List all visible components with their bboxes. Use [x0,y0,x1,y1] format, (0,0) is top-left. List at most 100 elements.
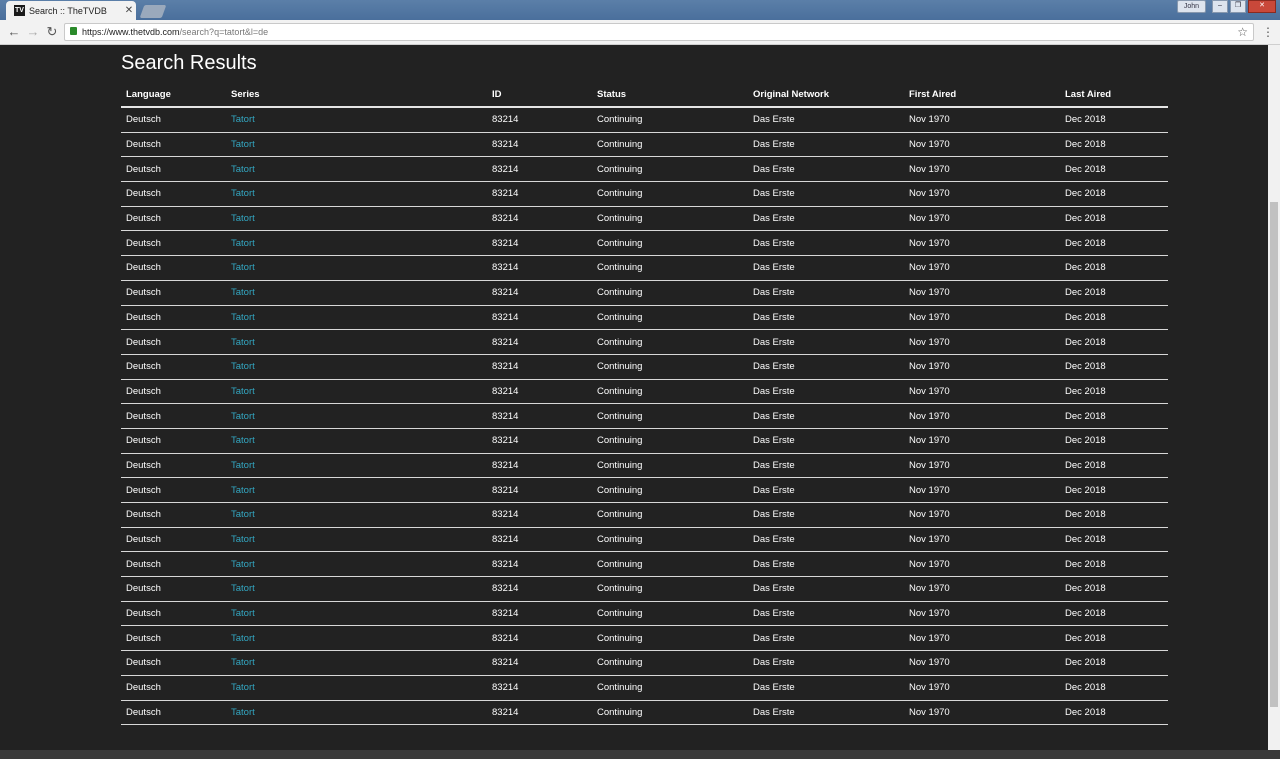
bookmark-star-icon[interactable]: ☆ [1237,24,1248,40]
cell-series-link[interactable]: Tatort [226,625,487,652]
scrollbar-thumb[interactable] [1270,202,1278,707]
cell-status: Continuing [592,280,748,306]
cell-language: Deutsch [121,403,226,429]
cell-series-link[interactable]: Tatort [226,107,487,133]
tab-strip: TV Search :: TheTVDB ✕ John – ❐ ✕ [0,0,1280,20]
column-header-network: Original Network [748,83,904,108]
forward-arrow-icon[interactable]: → [24,23,42,41]
cell-series-link[interactable]: Tatort [226,601,487,627]
new-tab-button[interactable] [139,5,167,18]
cell-id: 83214 [487,527,592,553]
cell-first-aired: Nov 1970 [904,255,1060,281]
cell-series-link[interactable]: Tatort [226,305,487,331]
cell-network: Das Erste [748,305,904,331]
cell-series-link[interactable]: Tatort [226,403,487,429]
vertical-scrollbar[interactable] [1268,45,1280,750]
cell-first-aired: Nov 1970 [904,700,1060,726]
cell-id: 83214 [487,230,592,257]
table-row: Deutsch Tatort 83214 Continuing Das Erste Nov… [121,625,1168,652]
cell-language: Deutsch [121,700,226,726]
cell-last-aired: Dec 2018 [1060,625,1168,652]
cell-first-aired: Nov 1970 [904,502,1060,528]
cell-language: Deutsch [121,230,226,257]
cell-language: Deutsch [121,625,226,652]
cell-id: 83214 [487,453,592,479]
profile-button[interactable]: John [1176,0,1206,13]
cell-series-link[interactable]: Tatort [226,576,487,602]
cell-id: 83214 [487,700,592,726]
lock-icon [70,27,77,35]
cell-series-link[interactable]: Tatort [226,280,487,306]
cell-last-aired: Dec 2018 [1060,453,1168,479]
back-arrow-icon[interactable]: ← [5,23,23,41]
table-row: Deutsch Tatort 83214 Continuing Das Erste Nov… [121,675,1168,701]
tab-close-icon[interactable]: ✕ [122,5,136,16]
cell-network: Das Erste [748,206,904,232]
cell-language: Deutsch [121,329,226,355]
column-header-first-aired: First Aired [904,83,1060,108]
url-host: https://www.thetvdb.com [82,27,180,37]
cell-first-aired: Nov 1970 [904,477,1060,503]
cell-series-link[interactable]: Tatort [226,379,487,405]
cell-series-link[interactable]: Tatort [226,132,487,158]
minimize-icon[interactable]: – [1212,0,1228,13]
cell-series-link[interactable]: Tatort [226,156,487,183]
cell-first-aired: Nov 1970 [904,675,1060,701]
page-footer-strip [0,750,1280,759]
cell-first-aired: Nov 1970 [904,453,1060,479]
cell-id: 83214 [487,576,592,602]
reload-icon[interactable]: ↻ [43,23,61,41]
cell-last-aired: Dec 2018 [1060,329,1168,355]
cell-series-link[interactable]: Tatort [226,650,487,676]
cell-language: Deutsch [121,527,226,553]
cell-first-aired: Nov 1970 [904,428,1060,454]
cell-status: Continuing [592,675,748,701]
column-header-series: Series [226,83,487,108]
table-row: Deutsch Tatort 83214 Continuing Das Erste Nov… [121,700,1168,726]
cell-language: Deutsch [121,477,226,503]
cell-language: Deutsch [121,255,226,281]
browser-tab[interactable]: TV Search :: TheTVDB ✕ [6,1,136,20]
cell-series-link[interactable]: Tatort [226,477,487,503]
cell-series-link[interactable]: Tatort [226,181,487,207]
table-row: Deutsch Tatort 83214 Continuing Das Erste Nov… [121,650,1168,676]
cell-series-link[interactable]: Tatort [226,354,487,380]
table-row: Deutsch Tatort 83214 Continuing Das Erste Nov… [121,354,1168,380]
cell-network: Das Erste [748,255,904,281]
cell-last-aired: Dec 2018 [1060,477,1168,503]
cell-status: Continuing [592,181,748,207]
cell-id: 83214 [487,181,592,207]
cell-status: Continuing [592,379,748,405]
cell-language: Deutsch [121,502,226,528]
address-bar[interactable]: https://www.thetvdb.com/search?q=tatort&… [64,23,1254,41]
kebab-menu-icon[interactable]: ⋮ [1262,23,1274,41]
column-header-id: ID [487,83,592,108]
cell-series-link[interactable]: Tatort [226,675,487,701]
cell-first-aired: Nov 1970 [904,403,1060,429]
cell-network: Das Erste [748,280,904,306]
cell-series-link[interactable]: Tatort [226,551,487,578]
cell-last-aired: Dec 2018 [1060,255,1168,281]
column-header-last-aired: Last Aired [1060,83,1168,108]
cell-series-link[interactable]: Tatort [226,329,487,355]
cell-series-link[interactable]: Tatort [226,255,487,281]
table-row: Deutsch Tatort 83214 Continuing Das Erste Nov… [121,403,1168,429]
maximize-icon[interactable]: ❐ [1230,0,1246,13]
cell-series-link[interactable]: Tatort [226,206,487,232]
cell-id: 83214 [487,379,592,405]
cell-series-link[interactable]: Tatort [226,453,487,479]
cell-series-link[interactable]: Tatort [226,700,487,726]
cell-series-link[interactable]: Tatort [226,527,487,553]
window-close-icon[interactable]: ✕ [1248,0,1276,13]
cell-id: 83214 [487,206,592,232]
cell-series-link[interactable]: Tatort [226,230,487,257]
cell-last-aired: Dec 2018 [1060,280,1168,306]
table-row: Deutsch Tatort 83214 Continuing Das Erste Nov… [121,107,1168,133]
cell-status: Continuing [592,700,748,726]
cell-network: Das Erste [748,650,904,676]
cell-id: 83214 [487,675,592,701]
url-path: /search?q=tatort&l=de [179,27,269,37]
cell-series-link[interactable]: Tatort [226,502,487,528]
cell-series-link[interactable]: Tatort [226,428,487,454]
cell-id: 83214 [487,625,592,652]
